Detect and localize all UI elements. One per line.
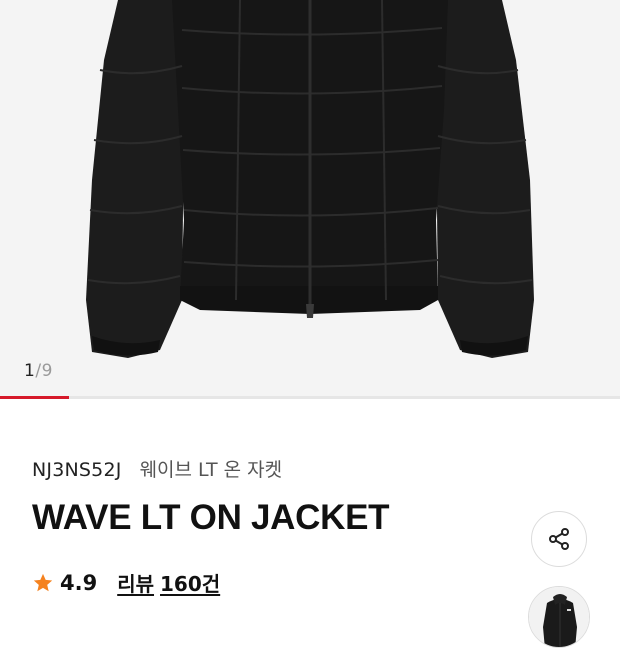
- product-image: [86, 0, 534, 358]
- share-button[interactable]: [531, 511, 587, 567]
- product-image-gallery[interactable]: 1/9: [0, 0, 620, 396]
- product-code-row: NJ3NS52J 웨이브 LT 온 자켓: [32, 455, 282, 482]
- product-thumbnail[interactable]: [528, 586, 590, 648]
- product-korean-name: 웨이브 LT 온 자켓: [139, 459, 283, 481]
- thumbnail-image: [529, 587, 589, 647]
- product-code: NJ3NS52J: [32, 459, 122, 481]
- image-counter: 1/9: [24, 361, 53, 381]
- review-count: 160건: [160, 572, 221, 596]
- review-link[interactable]: 리뷰 160건: [117, 568, 220, 597]
- gallery-progress-fill: [0, 396, 69, 399]
- review-label: 리뷰: [117, 572, 155, 596]
- share-icon: [549, 528, 569, 550]
- gallery-progress-bar: [0, 396, 620, 399]
- rating-row: 4.9 리뷰 160건: [32, 568, 220, 597]
- product-title: WAVE LT ON JACKET: [32, 498, 390, 537]
- star-icon: [33, 573, 53, 591]
- total-image-count: 9: [41, 361, 53, 381]
- rating-score: 4.9: [60, 570, 98, 595]
- current-image-number: 1: [24, 361, 36, 381]
